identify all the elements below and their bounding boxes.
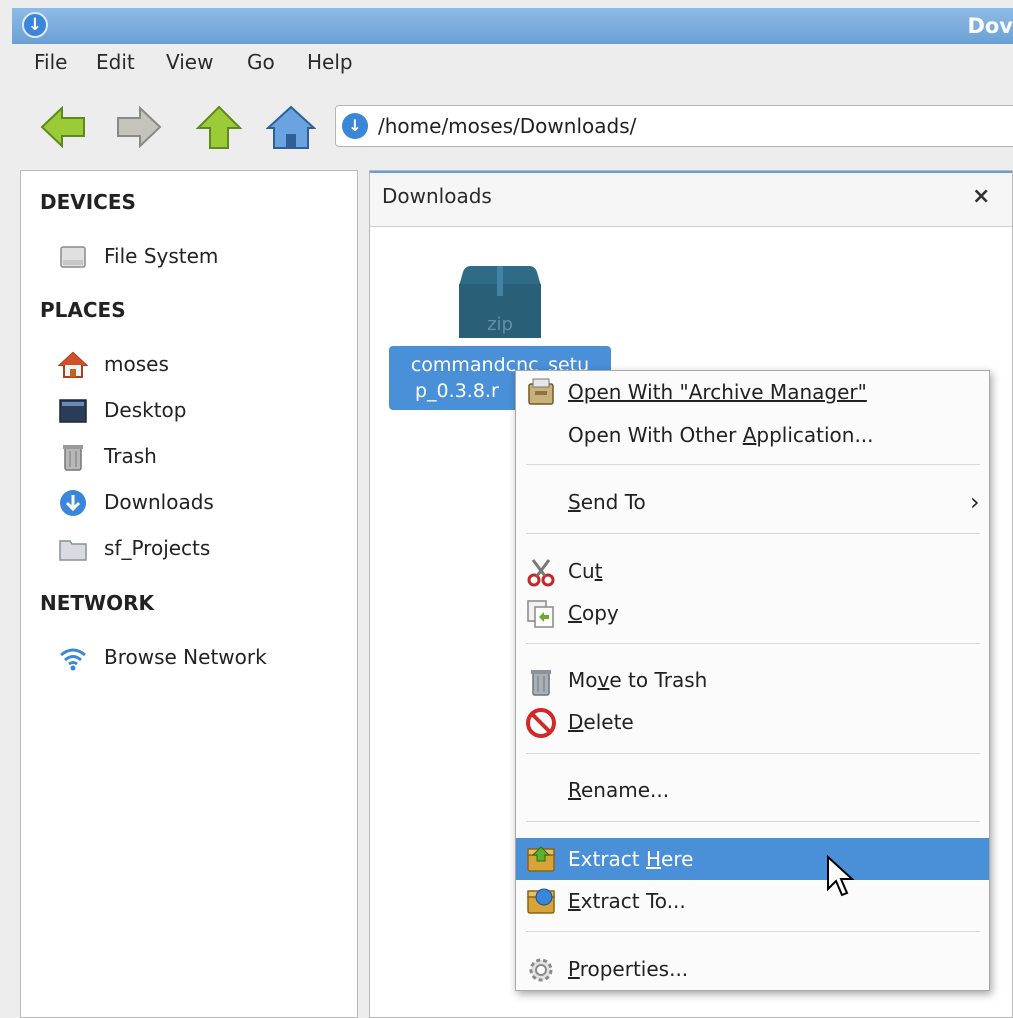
- forward-arrow-icon[interactable]: [114, 104, 164, 150]
- mnemonic: C: [568, 601, 582, 625]
- folder-icon: [59, 540, 87, 561]
- sidebar-item-trash[interactable]: Trash: [104, 444, 157, 468]
- sidebar-item-sf-projects[interactable]: sf_Projects: [104, 536, 210, 560]
- menu-separator: [526, 643, 980, 644]
- window-titlebar[interactable]: [12, 8, 1013, 45]
- archive-manager-icon: [528, 378, 554, 405]
- drive-icon: [60, 246, 86, 268]
- sidebar-item-moses[interactable]: moses: [104, 352, 169, 376]
- menu-item-open-archive-manager[interactable]: Open With "Archive Manager": [568, 380, 867, 404]
- back-arrow-icon[interactable]: [38, 104, 88, 150]
- trash-icon: [63, 445, 83, 471]
- sidebar-item-desktop[interactable]: Desktop: [104, 398, 186, 422]
- label-part: end To: [580, 490, 646, 514]
- home-icon: [58, 351, 88, 378]
- download-icon: ↓: [22, 12, 48, 38]
- mnemonic: H: [646, 847, 662, 871]
- label-part: xtract To...: [580, 889, 686, 913]
- open-archive-label: Open With "Archive Manager": [568, 380, 867, 404]
- menu-go[interactable]: Go: [247, 50, 275, 74]
- wifi-icon: [60, 648, 86, 671]
- label-part: elete: [583, 710, 634, 734]
- extract-to-icon: [527, 888, 555, 914]
- download-icon: [60, 490, 86, 516]
- network-heading: NETWORK: [40, 591, 155, 615]
- menu-item-send-to[interactable]: Send To: [568, 490, 646, 514]
- tab-label: Downloads: [382, 184, 492, 208]
- label-part: Cu: [568, 559, 595, 583]
- mnemonic: A: [742, 423, 757, 447]
- menu-item-extract-here[interactable]: Extract Here: [568, 847, 693, 871]
- menu-item-copy[interactable]: Copy: [568, 601, 619, 625]
- home-icon[interactable]: [266, 104, 316, 150]
- menu-separator: [526, 931, 980, 932]
- sidebar-item-file-system[interactable]: File System: [104, 244, 218, 268]
- mnemonic: t: [594, 559, 603, 583]
- places-heading: PLACES: [40, 298, 126, 322]
- menu-help[interactable]: Help: [307, 50, 353, 74]
- menu-item-rename[interactable]: Rename...: [568, 778, 669, 802]
- menu-separator: [526, 821, 980, 822]
- menu-item-extract-to[interactable]: Extract To...: [568, 889, 686, 913]
- devices-heading: DEVICES: [40, 190, 136, 214]
- label-part: opy: [581, 601, 619, 625]
- mnemonic: R: [568, 778, 581, 802]
- menu-edit[interactable]: Edit: [96, 50, 135, 74]
- copy-icon: [527, 600, 554, 628]
- delete-icon: [526, 708, 556, 738]
- mnemonic: D: [568, 710, 584, 734]
- menu-file[interactable]: File: [34, 50, 67, 74]
- menu-item-open-other-app[interactable]: Open With Other Application...: [568, 423, 874, 447]
- desktop-icon: [59, 399, 87, 423]
- mnemonic: v: [597, 668, 610, 692]
- close-icon[interactable]: ×: [972, 184, 990, 209]
- mnemonic: S: [568, 490, 581, 514]
- menu-separator: [526, 533, 980, 534]
- mnemonic: P: [568, 957, 580, 981]
- up-arrow-icon[interactable]: [194, 104, 244, 150]
- gear-icon: [529, 958, 553, 982]
- menu-item-properties[interactable]: Properties...: [568, 957, 688, 981]
- scissors-icon: [527, 559, 555, 587]
- menu-separator: [526, 464, 980, 465]
- menu-item-delete[interactable]: Delete: [568, 710, 634, 734]
- label-part: Open With Other: [568, 423, 743, 447]
- label-part: pplication...: [756, 423, 874, 447]
- location-path[interactable]: /home/moses/Downloads/: [378, 114, 636, 138]
- menubar: [12, 44, 1013, 82]
- menu-item-cut[interactable]: Cut: [568, 559, 602, 583]
- label-part: roperties...: [579, 957, 689, 981]
- zip-archive-icon[interactable]: zip: [457, 264, 543, 340]
- label-part: e to Trash: [609, 668, 708, 692]
- zip-icon-text: zip: [487, 314, 513, 335]
- menu-view[interactable]: View: [166, 50, 213, 74]
- menu-separator: [526, 753, 980, 754]
- mnemonic: E: [568, 889, 581, 913]
- sidebar-item-browse-network[interactable]: Browse Network: [104, 645, 267, 669]
- menu-item-move-to-trash[interactable]: Move to Trash: [568, 668, 707, 692]
- extract-here-icon: [527, 846, 555, 872]
- label-part: Mo: [568, 668, 598, 692]
- window-title: Dov: [967, 14, 1013, 38]
- trash-icon: [531, 670, 551, 696]
- mouse-cursor-icon: [827, 855, 855, 897]
- download-icon: ↓: [342, 113, 368, 139]
- chevron-right-icon: ›: [970, 488, 980, 516]
- label-part: ename...: [581, 778, 670, 802]
- label-part: ere: [661, 847, 694, 871]
- label-part: Extract: [568, 847, 646, 871]
- sidebar-item-downloads[interactable]: Downloads: [104, 490, 214, 514]
